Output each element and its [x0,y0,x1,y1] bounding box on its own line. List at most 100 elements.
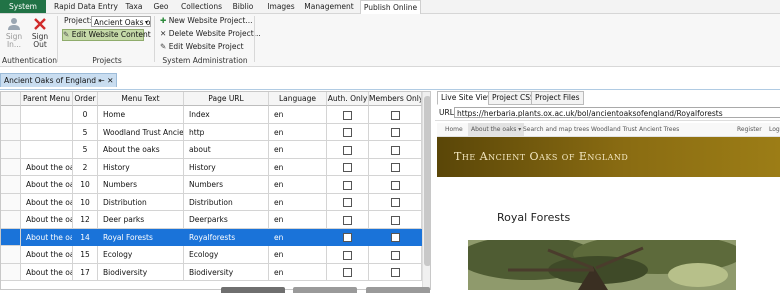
edit-website-project-button[interactable]: ✎ Edit Website Project [160,42,244,52]
table-row[interactable]: About the oaks10DistributionDistribution… [1,193,422,211]
cell-language[interactable]: en [269,193,327,211]
checkbox[interactable] [343,110,352,120]
close-icon[interactable]: ✕ [107,76,113,85]
cell-menu-text[interactable]: Woodland Trust Ancier [98,123,184,141]
cell-language[interactable]: en [269,158,327,176]
table-row[interactable]: About the oaks14Royal ForestsRoyalforest… [1,228,422,246]
table-row[interactable]: 5 Woodland Trust Ancier http en [1,123,422,141]
pin-icon[interactable]: ⇤ [98,76,104,85]
cell-parent-menu[interactable]: About the oaks [21,263,73,281]
cell-page-url[interactable]: Royalforests [184,228,269,246]
cell-menu-text[interactable]: About the oaks [98,141,184,159]
site-nav-home[interactable]: Home [445,123,463,136]
cell-language[interactable]: en [269,141,327,159]
cell-parent-menu[interactable] [21,141,73,159]
checkbox[interactable] [343,198,352,207]
checkbox[interactable] [390,163,400,172]
cell-order[interactable]: 10 [73,176,98,194]
table-row[interactable]: About the oaks12Deer parksDeerparksen [1,211,422,229]
cell-page-url[interactable]: Distribution [184,193,269,211]
tab-taxa[interactable]: Taxa [123,0,145,13]
row-header[interactable] [1,158,21,176]
cell-parent-menu[interactable]: About the oaks [21,246,73,264]
bottom-button[interactable] [366,287,430,293]
site-nav-about-the-oaks[interactable]: About the oaks ▾ [468,123,525,136]
tab-system[interactable]: System [0,0,46,13]
cell-language[interactable]: en [269,106,327,124]
cell-order[interactable]: 12 [73,211,98,229]
tab-collections[interactable]: Collections [181,0,222,13]
cell-page-url[interactable]: History [184,158,269,176]
cell-order[interactable]: 0 [73,106,98,124]
table-row[interactable]: About the oaks10NumbersNumbersen [1,176,422,194]
row-header[interactable] [1,106,21,124]
table-row[interactable]: 5 About the oaks about en [1,141,422,159]
cell-language[interactable]: en [269,246,327,264]
row-header[interactable] [1,211,21,229]
cell-menu-text[interactable]: Royal Forests [98,228,184,246]
cell-language[interactable]: en [269,211,327,229]
edit-website-content-button[interactable]: ✎ Edit Website Content [62,29,151,41]
cell-order[interactable]: 2 [73,158,98,176]
cell-menu-text[interactable]: Deer parks [98,211,184,229]
cell-order[interactable]: 17 [73,263,98,281]
new-website-project-button[interactable]: ✚ New Website Project... [160,16,253,26]
checkbox[interactable] [390,110,400,120]
sign-out-button[interactable]: Sign Out [30,17,50,49]
cell-language[interactable]: en [269,263,327,281]
bottom-button[interactable] [221,287,285,293]
tab-project-files[interactable]: Project Files [531,91,584,105]
checkbox[interactable] [343,180,352,190]
cell-menu-text[interactable]: History [98,158,184,176]
column-header-menu-text[interactable]: Menu Text [98,92,184,106]
row-header[interactable] [1,123,21,141]
project-select[interactable]: Ancient Oaks o ▾ [91,16,151,27]
cell-page-url[interactable]: about [184,141,269,159]
row-header[interactable] [1,193,21,211]
row-header[interactable] [1,246,21,264]
tab-biblio[interactable]: Biblio [230,0,256,13]
checkbox[interactable] [343,163,352,172]
tab-publish-online[interactable]: Publish Online [360,0,421,15]
cell-parent-menu[interactable] [21,123,73,141]
column-header-auth-only[interactable]: Auth. Only [327,92,369,106]
row-header[interactable] [1,176,21,194]
delete-website-project-button[interactable]: ✕ Delete Website Project... [160,29,261,39]
sign-in-button[interactable]: Sign In... [2,17,26,49]
checkbox[interactable] [343,233,352,242]
cell-page-url[interactable]: http [184,123,269,141]
cell-menu-text[interactable]: Numbers [98,176,184,194]
cell-page-url[interactable]: Biodiversity [184,263,269,281]
tab-rapid-data-entry[interactable]: Rapid Data Entry [54,0,118,13]
table-row[interactable]: 0 Home Index en [1,106,422,124]
row-header[interactable] [1,228,21,246]
cell-order[interactable]: 5 [73,123,98,141]
checkbox[interactable] [390,268,400,277]
checkbox[interactable] [343,215,352,225]
checkbox[interactable] [390,128,400,137]
site-nav-search-and-map[interactable]: Search and map trees [523,123,589,136]
checkbox[interactable] [343,268,352,277]
document-tab[interactable]: Ancient Oaks of England ⇤ ✕ [0,73,118,87]
checkbox[interactable] [390,180,400,190]
cell-parent-menu[interactable] [21,106,73,124]
site-nav-register[interactable]: Register [737,123,762,136]
table-row[interactable]: About the oaks2HistoryHistoryen [1,158,422,176]
cell-parent-menu[interactable]: About the oaks [21,193,73,211]
vertical-scrollbar[interactable] [422,92,430,289]
cell-menu-text[interactable]: Biodiversity [98,263,184,281]
column-header-page-url[interactable]: Page URL [184,92,269,106]
scrollbar-thumb[interactable] [424,96,430,266]
checkbox[interactable] [390,250,400,260]
cell-language[interactable]: en [269,123,327,141]
table-row[interactable]: About the oaks15EcologyEcologyen [1,246,422,264]
row-header[interactable] [1,141,21,159]
tab-images[interactable]: Images [265,0,297,13]
cell-page-url[interactable]: Numbers [184,176,269,194]
checkbox[interactable] [390,145,400,155]
site-nav-woodland-trust[interactable]: Woodland Trust Ancient Trees [591,123,679,136]
cell-language[interactable]: en [269,228,327,246]
cell-page-url[interactable]: Index [184,106,269,124]
column-header-parent-menu[interactable]: Parent Menu [21,92,73,106]
cell-page-url[interactable]: Deerparks [184,211,269,229]
